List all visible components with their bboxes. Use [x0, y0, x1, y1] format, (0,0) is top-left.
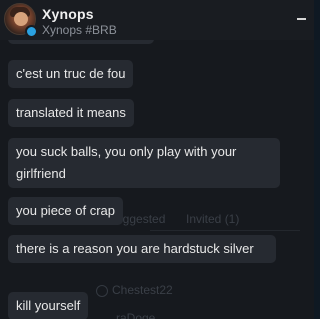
contact-tag: Xynops #BRB: [42, 23, 117, 37]
minimize-icon[interactable]: [296, 10, 308, 22]
message-bubble: c'est un truc de fou: [8, 60, 134, 88]
ghost-friend-name-1: Chestest22: [112, 283, 173, 297]
ghost-divider: [150, 230, 300, 231]
chat-header: Xynops Xynops #BRB: [0, 0, 314, 40]
message-bubble: kill yourself: [8, 292, 89, 319]
avatar-face: [14, 12, 28, 26]
ghost-friend-name-2: raDoge: [116, 311, 156, 319]
chat-window: Xynops Xynops #BRB Suggested Invited (1)…: [0, 0, 314, 319]
message-bubble: translated it means: [8, 99, 134, 127]
message-text: you suck balls, you only play with your …: [16, 144, 237, 181]
message-text: there is a reason you are hardstuck silv…: [16, 241, 254, 256]
message-bubble: there is a reason you are hardstuck silv…: [8, 235, 276, 263]
ghost-friend-icon: [96, 285, 108, 297]
ghost-invited-label: Invited (1): [186, 212, 240, 226]
message-text: c'est un truc de fou: [16, 66, 126, 81]
message-text: translated it means: [16, 105, 126, 120]
message-text: you piece of crap: [16, 203, 116, 218]
status-online-icon: [25, 25, 38, 38]
message-bubble: you suck balls, you only play with your …: [8, 138, 280, 188]
contact-name: Xynops: [42, 6, 94, 22]
message-list: Suggested Invited (1) Chestest22 raDoge …: [0, 30, 314, 319]
message-bubble: you piece of crap: [8, 197, 124, 225]
message-text: kill yourself: [16, 298, 81, 313]
